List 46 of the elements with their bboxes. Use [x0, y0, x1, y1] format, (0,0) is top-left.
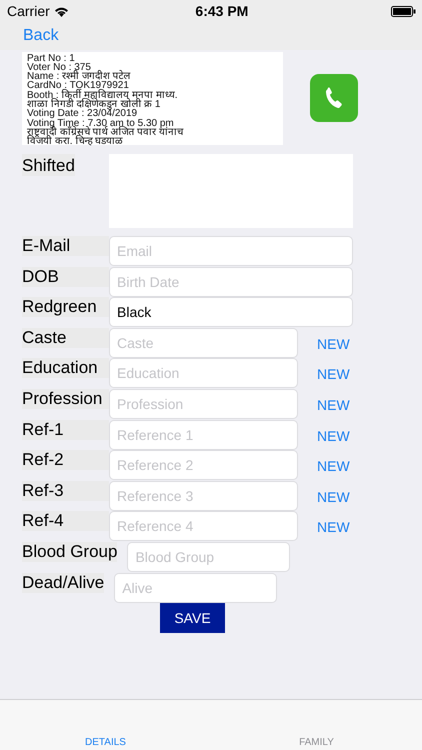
field-label: Ref-3: [22, 480, 109, 501]
info-line: Voting Date : 23/04/2019: [27, 109, 138, 119]
info-line: Part No : 1: [27, 54, 75, 63]
input-field[interactable]: Education: [109, 358, 298, 388]
field-label: E-Mail: [22, 236, 109, 256]
new-link[interactable]: NEW: [317, 396, 350, 413]
input-field[interactable]: Reference 2: [109, 450, 298, 480]
field-label: Blood Group: [22, 542, 118, 562]
carrier-name: Carrier: [7, 3, 50, 19]
new-link[interactable]: NEW: [317, 366, 350, 382]
field-label: Dead/Alive: [22, 572, 104, 593]
new-link[interactable]: NEW: [317, 428, 350, 444]
info-line: Name : रश्मी जगदीश पटेल: [27, 72, 132, 82]
field-label: Ref-2: [22, 450, 109, 470]
field-label: DOB: [22, 266, 109, 287]
tab[interactable]: DETAILS: [0, 700, 211, 750]
tab[interactable]: FAMILY: [211, 700, 422, 750]
field-label: Profession: [22, 388, 109, 409]
field-label: Ref-1: [22, 420, 109, 440]
input-field[interactable]: Black: [109, 297, 353, 328]
save-button[interactable]: SAVE: [160, 603, 225, 634]
field-label: Education: [22, 358, 109, 378]
info-line: शाळा निगडी दक्षिणेकडुन खोली क्र 1: [27, 100, 162, 110]
input-field[interactable]: Birth Date: [109, 266, 353, 297]
input-field[interactable]: Profession: [109, 388, 298, 419]
input-field[interactable]: Reference 3: [109, 480, 298, 511]
info-line: विजयी करा. चिन्ह घडयाळ: [27, 137, 124, 146]
new-link[interactable]: NEW: [317, 488, 350, 505]
input-field[interactable]: Reference 4: [109, 511, 298, 542]
field-label: Ref-4: [22, 511, 109, 532]
input-field[interactable]: Caste: [109, 328, 298, 358]
input-field[interactable]: Reference 1: [109, 420, 298, 450]
back-link[interactable]: Back: [23, 27, 59, 45]
input-field[interactable]: Blood Group: [127, 542, 290, 572]
call-button[interactable]: [310, 74, 358, 122]
wifi-icon: [54, 6, 69, 16]
input-field[interactable]: Alive: [114, 572, 278, 603]
field-label: Caste: [22, 328, 109, 348]
status-time: 6:43 PM: [195, 3, 248, 19]
new-link[interactable]: NEW: [317, 336, 350, 352]
new-link[interactable]: NEW: [317, 458, 350, 474]
field-label: Shifted: [22, 154, 75, 176]
battery-icon: [390, 6, 416, 16]
new-link[interactable]: NEW: [317, 519, 350, 536]
input-field[interactable]: Email: [109, 236, 353, 266]
field-label: Redgreen: [22, 297, 109, 318]
